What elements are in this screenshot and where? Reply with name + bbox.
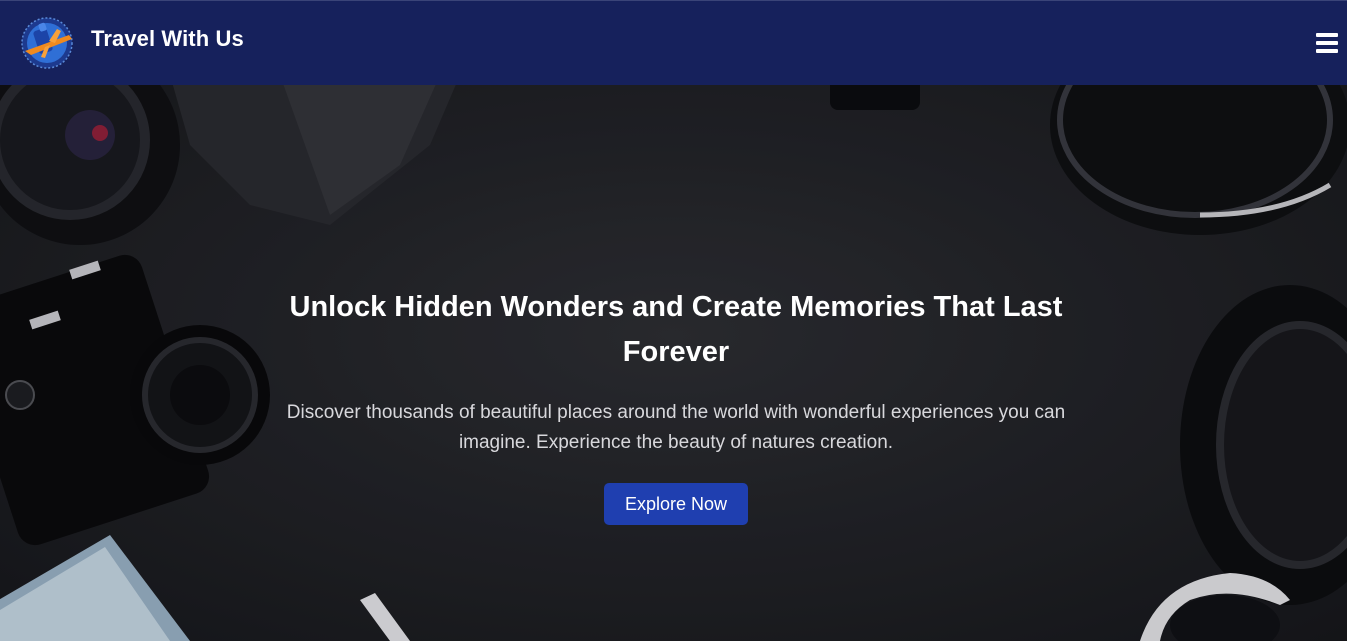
travel-logo-icon xyxy=(21,17,73,69)
hamburger-bar xyxy=(1316,49,1338,53)
hamburger-bar xyxy=(1316,33,1338,37)
hero-subtitle: Discover thousands of beautiful places a… xyxy=(286,402,1066,453)
brand-title: Travel With Us xyxy=(91,26,244,51)
page: Travel With Us Unlock Hidden Wonders and… xyxy=(0,0,1347,641)
brand-link[interactable]: Travel With Us xyxy=(19,15,244,71)
explore-now-button[interactable]: Explore Now xyxy=(604,483,748,525)
navbar: Travel With Us xyxy=(0,0,1347,85)
hamburger-menu-button[interactable] xyxy=(1316,32,1338,54)
hero-content: Unlock Hidden Wonders and Create Memorie… xyxy=(0,85,1347,641)
hero-section: Unlock Hidden Wonders and Create Memorie… xyxy=(0,85,1347,641)
hamburger-bar xyxy=(1316,41,1338,45)
hero-title: Unlock Hidden Wonders and Create Memorie… xyxy=(289,291,1063,368)
